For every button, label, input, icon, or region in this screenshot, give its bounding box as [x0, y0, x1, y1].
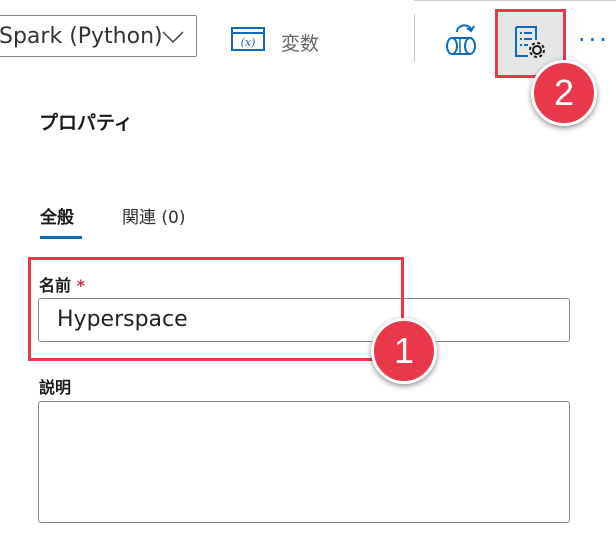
- more-options-button[interactable]: ···: [578, 26, 610, 54]
- callout-badge-2: 2: [531, 60, 597, 126]
- panel-title: プロパティ: [39, 112, 133, 134]
- svg-text:(x): (x): [241, 36, 256, 49]
- language-dropdown-value: Spark (Python): [0, 24, 163, 49]
- properties-icon: [515, 26, 545, 58]
- name-label-text: 名前: [39, 276, 72, 295]
- description-input[interactable]: [38, 401, 570, 523]
- tab-selected-indicator: [40, 236, 82, 239]
- toolbar-divider: [414, 14, 415, 62]
- required-marker: *: [76, 276, 85, 295]
- name-input[interactable]: Hyperspace: [38, 298, 570, 342]
- chevron-down-icon: [162, 31, 184, 44]
- language-dropdown[interactable]: Spark (Python): [0, 15, 197, 57]
- toolbar-top-border: [414, 0, 616, 1]
- name-field-label: 名前 *: [39, 272, 85, 296]
- variable-icon: (x): [231, 27, 265, 51]
- tab-general[interactable]: 全般: [40, 203, 74, 228]
- toolbar: Spark (Python) (x) 変数 ···: [0, 0, 616, 78]
- description-field-label: 説明: [39, 378, 72, 397]
- pipeline-icon: [446, 24, 476, 55]
- variables-label: 変数: [281, 33, 320, 55]
- tab-related[interactable]: 関連 (0): [122, 203, 185, 228]
- callout-badge-1: 1: [371, 318, 437, 384]
- add-to-pipeline-button[interactable]: [443, 20, 483, 60]
